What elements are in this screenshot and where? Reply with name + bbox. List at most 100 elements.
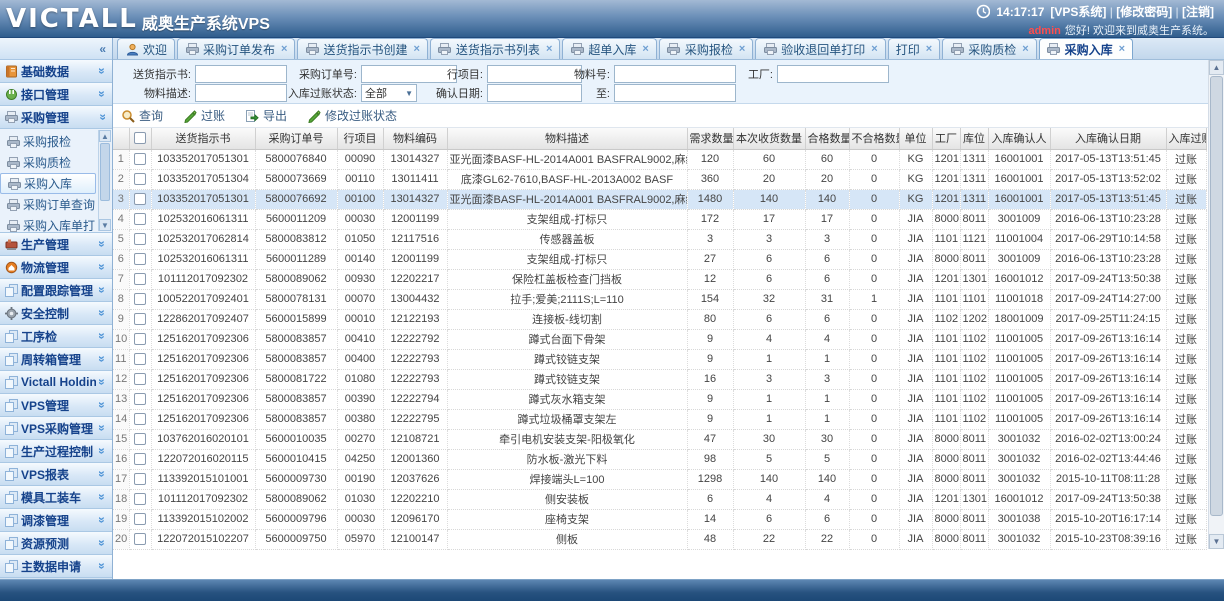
row-checkbox[interactable] (134, 413, 146, 425)
row-checkbox[interactable] (134, 333, 146, 345)
tab-close-icon[interactable]: × (642, 43, 648, 55)
row-checkbox[interactable] (134, 353, 146, 365)
chevron-up-icon[interactable]: « (95, 111, 109, 123)
row-checkbox[interactable] (134, 153, 146, 165)
chevron-down-icon[interactable]: » (95, 238, 109, 250)
column-header-2[interactable]: 行项目 (337, 128, 383, 149)
chevron-down-icon[interactable]: » (95, 399, 109, 411)
column-header-14[interactable]: 入库过账状态 (1166, 128, 1206, 149)
tab-7[interactable]: 打印× (888, 38, 940, 59)
sidebar-section-10[interactable]: VPS管理» (0, 394, 112, 417)
chevron-down-icon[interactable]: » (95, 330, 109, 342)
tab-close-icon[interactable]: × (1022, 43, 1028, 55)
submenu-scrollbar[interactable]: ▲▼ (98, 130, 111, 231)
table-row[interactable]: 110335201705130158000768400009013014327亚… (113, 149, 1206, 169)
tab-9[interactable]: 采购入库× (1039, 38, 1133, 59)
row-checkbox[interactable] (134, 313, 146, 325)
toolbar-button-0[interactable]: 查询 (121, 107, 163, 124)
sidebar-subitem-1[interactable]: 采购质检 (0, 152, 112, 173)
sidebar-section-2[interactable]: 采购管理« (0, 106, 112, 129)
row-checkbox[interactable] (134, 213, 146, 225)
column-header-1[interactable]: 采购订单号 (255, 128, 337, 149)
row-checkbox[interactable] (134, 293, 146, 305)
column-header-3[interactable]: 物料编码 (383, 128, 447, 149)
sidebar-section-5[interactable]: 配置跟踪管理» (0, 279, 112, 302)
sidebar-section-16[interactable]: 资源预测» (0, 532, 112, 555)
sidebar-section-0[interactable]: 基础数据» (0, 60, 112, 83)
column-header-9[interactable]: 单位 (899, 128, 932, 149)
sidebar-section-8[interactable]: 周转箱管理» (0, 348, 112, 371)
table-row[interactable]: 1911339201510200256000097960003012096170… (113, 509, 1206, 529)
tab-1[interactable]: 采购订单发布× (177, 38, 295, 59)
toolbar-button-1[interactable]: 过账 (183, 107, 225, 124)
row-checkbox[interactable] (134, 253, 146, 265)
sidebar-subitem-0[interactable]: 采购报检 (0, 131, 112, 152)
sidebar-section-4[interactable]: 物流管理» (0, 256, 112, 279)
table-row[interactable]: 510253201706281458000838120105012117516传… (113, 229, 1206, 249)
tab-3[interactable]: 送货指示书列表× (430, 38, 560, 59)
table-row[interactable]: 1212516201709230658000817220108012222793… (113, 369, 1206, 389)
column-header-10[interactable]: 工厂 (932, 128, 960, 149)
sidebar-section-14[interactable]: 模具工装车» (0, 486, 112, 509)
sidebar-collapse-button[interactable]: « (0, 38, 112, 60)
tab-6[interactable]: 验收退回单打印× (755, 38, 885, 59)
tab-0[interactable]: 欢迎 (117, 38, 175, 59)
table-row[interactable]: 710111201709230258000890620093012202217保… (113, 269, 1206, 289)
sidebar-section-13[interactable]: VPS报表» (0, 463, 112, 486)
table-row[interactable]: 1711339201510100156000097300019012037626… (113, 469, 1206, 489)
table-row[interactable]: 810052201709240158000781310007013004432拉… (113, 289, 1206, 309)
row-checkbox[interactable] (134, 393, 146, 405)
vertical-scroll-thumb[interactable] (1210, 76, 1223, 516)
chevron-down-icon[interactable]: » (95, 376, 109, 388)
sidebar-subitem-4[interactable]: 采购入库单打 (0, 215, 112, 233)
row-checkbox[interactable] (134, 433, 146, 445)
table-row[interactable]: 1810111201709230258000890620103012202210… (113, 489, 1206, 509)
header-link-1[interactable]: [修改密码] (1116, 5, 1172, 19)
row-checkbox[interactable] (134, 273, 146, 285)
table-row[interactable]: 1312516201709230658000838570039012222794… (113, 389, 1206, 409)
sidebar-section-1[interactable]: 接口管理» (0, 83, 112, 106)
tab-close-icon[interactable]: × (739, 43, 745, 55)
chevron-down-icon[interactable]: » (95, 514, 109, 526)
header-link-0[interactable]: [VPS系统] (1050, 5, 1106, 19)
status-select[interactable]: 全部▼ (361, 84, 417, 102)
sidebar-section-3[interactable]: 生产管理» (0, 233, 112, 256)
sidebar-subitem-2[interactable]: 采购入库 (0, 173, 96, 194)
tab-close-icon[interactable]: × (546, 43, 552, 55)
table-row[interactable]: 210335201705130458000736690011013011411底… (113, 169, 1206, 189)
filter-input-row1-4[interactable] (777, 65, 889, 83)
submenu-scroll-up-button[interactable]: ▲ (99, 130, 111, 142)
chevron-down-icon[interactable]: » (95, 261, 109, 273)
tab-close-icon[interactable]: × (413, 43, 419, 55)
row-checkbox[interactable] (134, 373, 146, 385)
column-header-6[interactable]: 本次收货数量 (733, 128, 805, 149)
column-header-12[interactable]: 入库确认人 (988, 128, 1050, 149)
row-checkbox[interactable] (134, 173, 146, 185)
row-checkbox[interactable] (134, 473, 146, 485)
vertical-scrollbar[interactable]: ▲ ▼ (1208, 60, 1224, 549)
sidebar-section-9[interactable]: Victall Holding» (0, 371, 112, 394)
chevron-down-icon[interactable]: » (95, 491, 109, 503)
scroll-up-button[interactable]: ▲ (1209, 60, 1224, 75)
row-checkbox[interactable] (134, 533, 146, 545)
table-row[interactable]: 310335201705130158000766920010013014327亚… (113, 189, 1206, 209)
toolbar-button-2[interactable]: 导出 (245, 107, 287, 124)
filter-input-row1-3[interactable] (614, 65, 736, 83)
chevron-down-icon[interactable]: » (95, 445, 109, 457)
sidebar-section-7[interactable]: 工序检» (0, 325, 112, 348)
chevron-down-icon[interactable]: » (95, 537, 109, 549)
row-checkbox[interactable] (134, 513, 146, 525)
chevron-down-icon[interactable]: » (95, 422, 109, 434)
table-row[interactable]: 912286201709240756000158990001012122193连… (113, 309, 1206, 329)
sidebar-section-11[interactable]: VPS采购管理» (0, 417, 112, 440)
table-row[interactable]: 2012207201510220756000097500597012100147… (113, 529, 1206, 549)
tab-5[interactable]: 采购报检× (659, 38, 753, 59)
chevron-down-icon[interactable]: » (95, 560, 109, 572)
chevron-down-icon[interactable]: » (95, 307, 109, 319)
row-checkbox[interactable] (134, 453, 146, 465)
sidebar-section-15[interactable]: 调漆管理» (0, 509, 112, 532)
table-row[interactable]: 610253201606131156000112890014012001199支… (113, 249, 1206, 269)
column-header-8[interactable]: 不合格数量 (849, 128, 899, 149)
column-header-7[interactable]: 合格数量 (805, 128, 849, 149)
column-header-0[interactable]: 送货指示书 (151, 128, 255, 149)
